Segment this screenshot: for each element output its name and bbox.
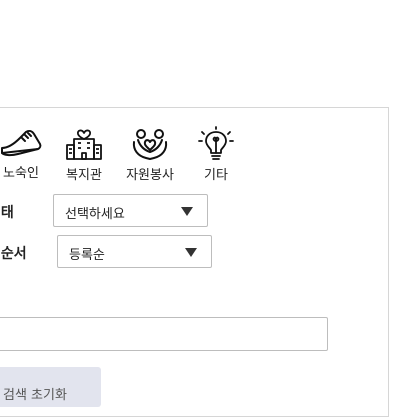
order-select-value: 등록순: [69, 248, 105, 263]
building-heart-icon: [66, 129, 102, 160]
chevron-down-icon: [185, 248, 197, 257]
category-etc[interactable]: 기타: [176, 126, 256, 184]
shoe-icon: [1, 129, 42, 157]
reset-search-button[interactable]: 검색 초기화: [0, 367, 101, 407]
search-input[interactable]: [0, 317, 328, 351]
type-select-value: 선택하세요: [65, 207, 125, 222]
volunteer-hands-icon: [132, 129, 168, 160]
category-label: 기타: [204, 168, 228, 183]
order-filter-label: 열순서: [0, 246, 27, 262]
chevron-down-icon: [181, 207, 193, 216]
lightbulb-icon: [198, 126, 234, 160]
order-select[interactable]: 등록순: [57, 235, 212, 268]
type-filter-label: 형태: [0, 205, 14, 221]
type-select[interactable]: 선택하세요: [53, 194, 208, 227]
